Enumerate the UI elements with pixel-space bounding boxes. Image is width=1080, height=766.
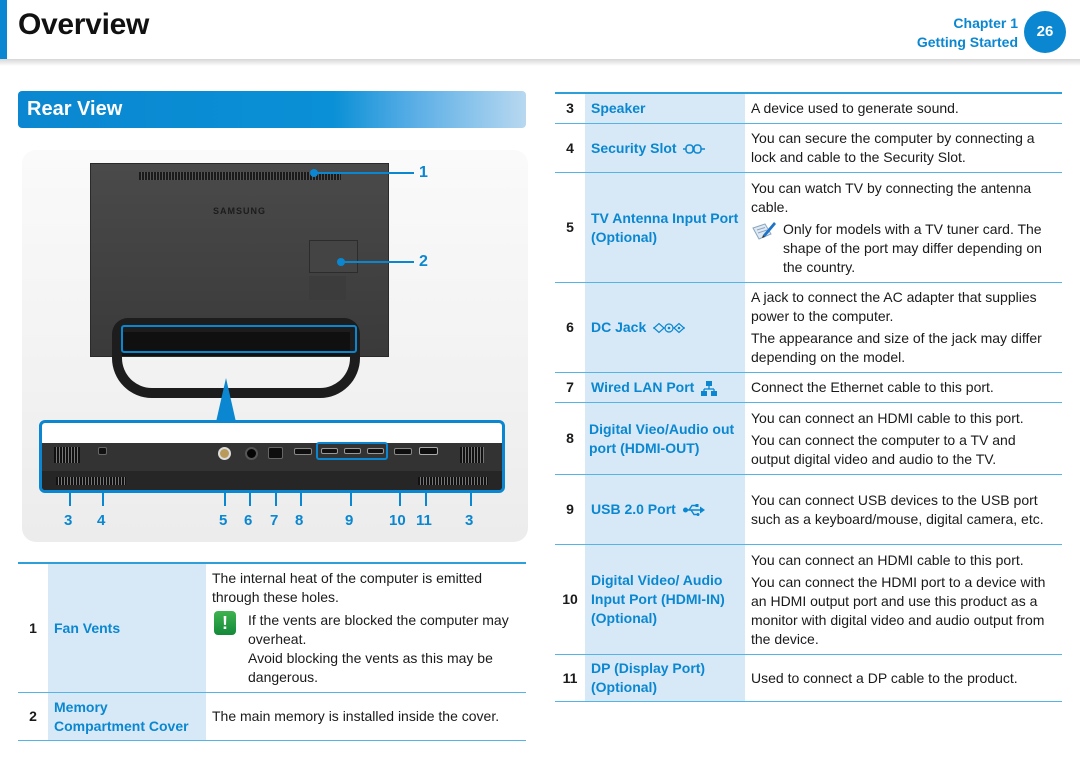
table-row: 4 Security Slot You can secure the compu…	[555, 123, 1062, 173]
port-label: 3	[64, 512, 73, 529]
port-label: 9	[345, 512, 354, 529]
left-spec-table: 1 Fan Vents The internal heat of the com…	[18, 562, 526, 741]
memory-compartment-cover	[309, 240, 358, 273]
table-row: 3 Speaker A device used to generate soun…	[555, 92, 1062, 124]
hdmi-in-port	[394, 448, 412, 455]
item-name: Wired LAN Port	[585, 372, 745, 403]
item-description: A jack to connect the AC adapter that su…	[745, 282, 1062, 373]
header-accent-bar	[0, 0, 7, 60]
item-number: 2	[18, 692, 48, 741]
port-label: 7	[270, 512, 279, 529]
item-name: Fan Vents	[48, 562, 206, 693]
rear-view-illustration: SAMSUNG 1 2 3 4 5 6 7 8 9 10 11 3	[22, 150, 528, 542]
item-name: Memory Compartment Cover	[48, 692, 206, 741]
usb-port	[321, 448, 338, 454]
item-description: You can watch TV by connecting the anten…	[745, 172, 1062, 283]
security-lock-icon	[683, 144, 706, 154]
section-header: Rear View	[18, 91, 526, 128]
dc-jack-icon	[653, 322, 686, 334]
section-title: Rear View	[27, 98, 123, 120]
usb-port	[344, 448, 361, 454]
callout-label-1: 1	[419, 164, 428, 181]
usb-port	[367, 448, 384, 454]
page-header: Overview Chapter 1 Getting Started 26	[0, 0, 1080, 66]
item-number: 11	[555, 654, 585, 702]
table-row: 7 Wired LAN Port Connect the Ethernet ca…	[555, 372, 1062, 403]
brand-logo: SAMSUNG	[213, 206, 267, 216]
callout-line-1	[314, 172, 414, 174]
item-number: 6	[555, 282, 585, 373]
table-row: 6 DC Jack A jack to connect the AC adapt…	[555, 282, 1062, 373]
item-name: Speaker	[585, 92, 745, 124]
port-label: 4	[97, 512, 106, 529]
item-name: TV Antenna Input Port (Optional)	[585, 172, 745, 283]
port-label: 10	[389, 512, 406, 529]
port-label: 5	[219, 512, 228, 529]
item-description: Used to connect a DP cable to the produc…	[745, 654, 1062, 702]
io-panel-closeup	[39, 420, 505, 493]
item-number: 1	[18, 562, 48, 693]
chapter-subtitle: Getting Started	[916, 34, 1018, 50]
item-description: You can connect an HDMI cable to this po…	[745, 402, 1062, 475]
item-number: 5	[555, 172, 585, 283]
item-description: You can secure the computer by connectin…	[745, 123, 1062, 173]
lan-port	[268, 447, 283, 459]
page-title: Overview	[18, 8, 150, 41]
item-description: You can connect an HDMI cable to this po…	[745, 544, 1062, 655]
item-name: Digital Video/ Audio Input Port (HDMI-IN…	[585, 544, 745, 655]
callout-label-2: 2	[419, 253, 428, 270]
item-number: 7	[555, 372, 585, 403]
displayport-port	[419, 447, 438, 455]
item-name: USB 2.0 Port	[585, 474, 745, 545]
callout-line-2	[341, 261, 414, 263]
item-description: Connect the Ethernet cable to this port.	[745, 372, 1062, 403]
port-label: 3	[465, 512, 474, 529]
item-description: The internal heat of the computer is emi…	[206, 562, 526, 693]
table-row: 5 TV Antenna Input Port (Optional) You c…	[555, 172, 1062, 283]
item-number: 3	[555, 92, 585, 124]
warning-icon: !	[214, 611, 236, 635]
port-label: 11	[416, 512, 432, 529]
dc-jack-port	[245, 447, 258, 460]
item-name: DC Jack	[585, 282, 745, 373]
right-spec-table: 3 Speaker A device used to generate soun…	[555, 92, 1062, 702]
page-number-badge: 26	[1024, 11, 1066, 53]
security-slot-port	[98, 447, 107, 455]
bottom-vent-right	[418, 477, 488, 485]
item-number: 8	[555, 402, 585, 475]
item-name: Security Slot	[585, 123, 745, 173]
item-number: 9	[555, 474, 585, 545]
item-number: 10	[555, 544, 585, 655]
bottom-vent-left	[56, 477, 126, 485]
zoom-pointer	[216, 378, 236, 422]
chapter-info: Chapter 1 Getting Started	[917, 14, 1018, 52]
speaker-grill-right	[460, 447, 484, 463]
port-label: 8	[295, 512, 304, 529]
chapter-label: Chapter 1	[953, 15, 1018, 31]
ports-highlight-box	[121, 325, 357, 353]
item-name: DP (Display Port) (Optional)	[585, 654, 745, 702]
item-description: The main memory is installed inside the …	[206, 692, 526, 741]
table-row: 2 Memory Compartment Cover The main memo…	[18, 692, 526, 741]
port-label: 6	[244, 512, 253, 529]
table-row: 8 Digital Vieo/Audio out port (HDMI-OUT)…	[555, 402, 1062, 475]
table-row: 1 Fan Vents The internal heat of the com…	[18, 562, 526, 693]
item-number: 4	[555, 123, 585, 173]
tv-antenna-port	[218, 447, 231, 460]
hdmi-out-port	[294, 448, 312, 455]
table-row: 11 DP (Display Port) (Optional) Used to …	[555, 654, 1062, 702]
network-icon	[701, 380, 718, 396]
usb-icon	[682, 504, 705, 517]
item-name: Digital Vieo/Audio out port (HDMI-OUT)	[585, 402, 745, 475]
table-row: 9 USB 2.0 Port You can connect USB devic…	[555, 474, 1062, 545]
item-description: You can connect USB devices to the USB p…	[745, 474, 1062, 545]
panel-recess	[309, 276, 346, 300]
note-pencil-icon	[752, 221, 776, 240]
table-row: 10 Digital Video/ Audio Input Port (HDMI…	[555, 544, 1062, 655]
speaker-grill-left	[54, 447, 80, 463]
header-divider	[0, 59, 1080, 66]
item-description: A device used to generate sound.	[745, 92, 1062, 124]
